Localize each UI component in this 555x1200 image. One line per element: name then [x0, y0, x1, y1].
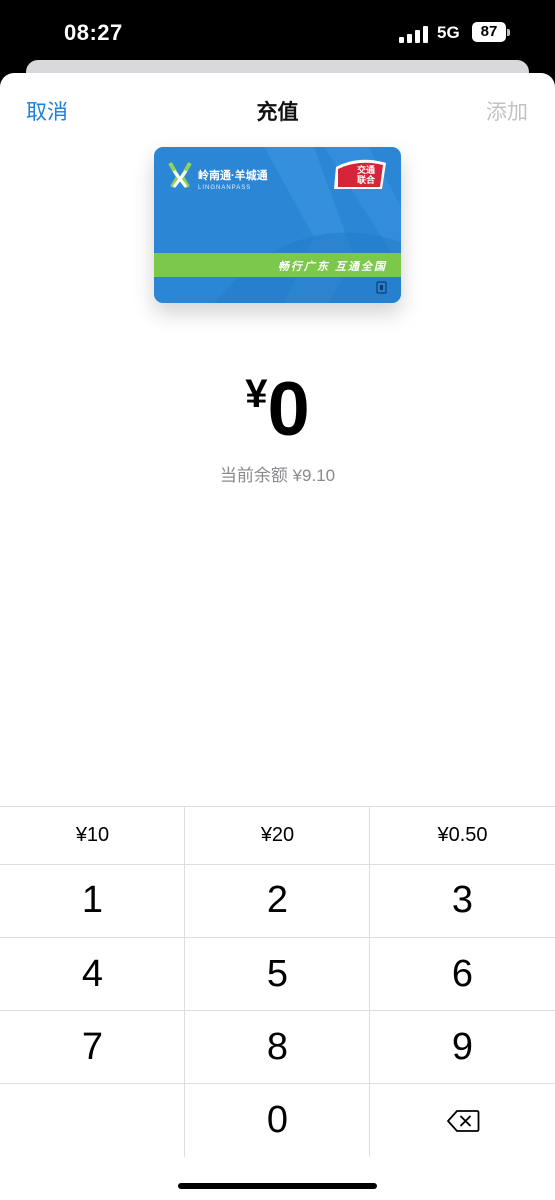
- battery-level: 87: [480, 23, 498, 40]
- key-6[interactable]: 6: [370, 938, 555, 1011]
- key-empty: [0, 1084, 185, 1157]
- key-5[interactable]: 5: [185, 938, 370, 1011]
- badge-line-2: 联合: [356, 175, 375, 185]
- currency-symbol: ¥: [245, 372, 268, 416]
- backspace-button[interactable]: [370, 1084, 555, 1157]
- network-type: 5G: [437, 23, 460, 42]
- card-name: 岭南通·羊城通: [198, 170, 268, 182]
- backspace-icon: [446, 1109, 479, 1132]
- key-3[interactable]: 3: [370, 864, 555, 937]
- lingnan-logo: [168, 162, 192, 189]
- amount-value: 0: [267, 367, 310, 452]
- key-9[interactable]: 9: [370, 1011, 555, 1084]
- key-2[interactable]: 2: [185, 864, 370, 937]
- transit-card: 岭南通·羊城通 LINGNANPASS 交通 联合 畅行广东 互通全国: [154, 147, 401, 303]
- add-button[interactable]: 添加: [486, 96, 528, 126]
- key-8[interactable]: 8: [185, 1011, 370, 1084]
- amount-display: ¥0: [0, 366, 555, 453]
- home-indicator: [178, 1183, 377, 1189]
- key-1[interactable]: 1: [0, 864, 185, 937]
- card-subname: LINGNANPASS: [198, 185, 252, 191]
- cellular-signal-icon: [399, 25, 429, 43]
- badge-line-1: 交通: [356, 165, 375, 175]
- page-title: 充值: [256, 101, 299, 124]
- current-balance: 当前余额 ¥9.10: [219, 466, 336, 485]
- badge-text: 交通 联合: [350, 165, 382, 185]
- status-bar: 08:27 5G 87: [0, 0, 555, 66]
- quick-amount-050[interactable]: ¥0.50: [370, 807, 555, 864]
- key-7[interactable]: 7: [0, 1011, 185, 1084]
- battery-icon: 87: [472, 22, 510, 42]
- quick-amount-10[interactable]: ¥10: [0, 807, 185, 864]
- keypad: ¥10 ¥20 ¥0.50 1 2 3 4 5 6 7 8 9 0: [0, 806, 555, 1157]
- card-slogan: 畅行广东 互通全国: [277, 261, 387, 273]
- key-0[interactable]: 0: [185, 1084, 370, 1157]
- status-time: 08:27: [64, 20, 123, 45]
- quick-amount-20[interactable]: ¥20: [185, 807, 370, 864]
- key-4[interactable]: 4: [0, 938, 185, 1011]
